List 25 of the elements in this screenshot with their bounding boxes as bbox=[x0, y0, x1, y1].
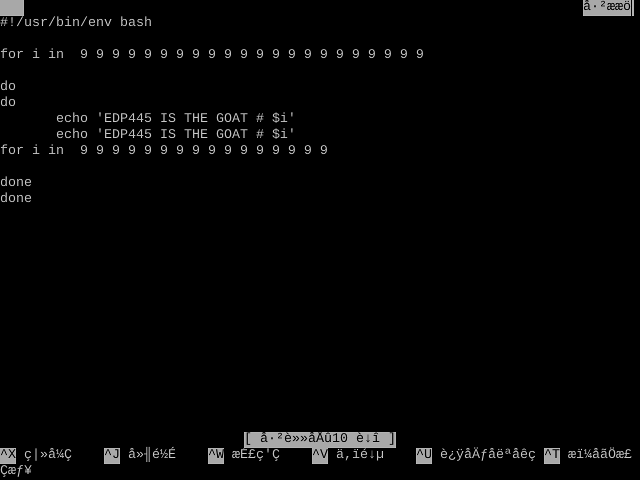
code-line: echo 'EDP445 IS THE GOAT # $i' bbox=[54, 128, 296, 144]
code-line: done bbox=[0, 176, 32, 192]
shortcut-key[interactable]: ^J bbox=[104, 448, 120, 464]
code-line: do bbox=[0, 96, 16, 112]
shortcut-key[interactable]: ^U bbox=[416, 448, 432, 464]
shortcut-label: æÉ£ç'Ç bbox=[232, 448, 280, 464]
code-line: #!/usr/bin/env bash bbox=[0, 16, 152, 32]
title-status: å·²ææö bbox=[583, 0, 631, 16]
shortcut-label: å»╢é½É bbox=[128, 448, 176, 464]
code-line: for i in 9 9 9 9 9 9 9 9 9 9 9 9 9 9 9 9 9 9 9 9 9 9 bbox=[0, 48, 424, 64]
shortcut-key[interactable]: ^X bbox=[0, 448, 16, 464]
shortcut-label: è¿ÿåÄƒåëªåêç bbox=[440, 448, 536, 464]
shortcut-label: ç|»å¼Ç bbox=[24, 448, 72, 464]
title-bar-segment bbox=[0, 0, 24, 16]
shortcut-key[interactable]: ^W bbox=[208, 448, 224, 464]
status-message: [ å·²è»»åÅû10 è↓î ] bbox=[244, 432, 396, 448]
shortcut-label: Çæƒ¥ bbox=[0, 464, 32, 480]
code-line: done bbox=[0, 192, 32, 208]
code-line: do bbox=[0, 80, 16, 96]
shortcut-key[interactable]: ^T bbox=[544, 448, 560, 464]
shortcut-key[interactable]: ^V bbox=[312, 448, 328, 464]
shortcut-label: æï¼åãÖæ£ bbox=[568, 448, 632, 464]
code-line: echo 'EDP445 IS THE GOAT # $i' bbox=[54, 112, 296, 128]
code-line: for i in 9 9 9 9 9 9 9 9 9 9 9 9 9 9 9 9 bbox=[0, 144, 328, 160]
shortcut-label: ä,ïé↓µ bbox=[336, 448, 384, 464]
